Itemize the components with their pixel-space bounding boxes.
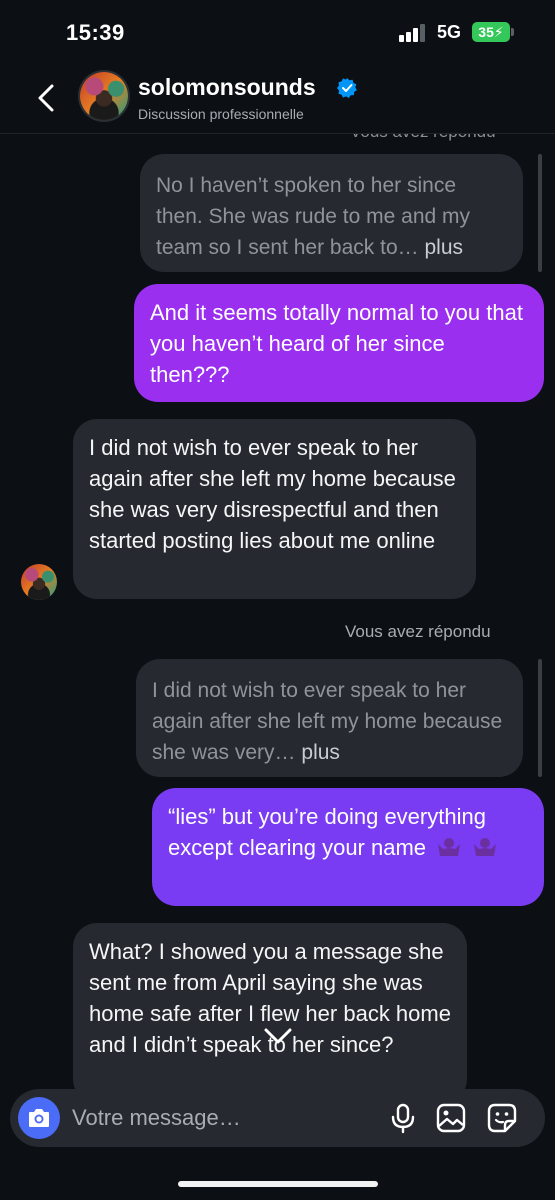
status-time: 15:39 [66, 20, 125, 45]
outgoing-message[interactable]: And it seems totally normal to you that … [134, 284, 544, 402]
back-button[interactable] [30, 80, 66, 116]
battery-tip [511, 28, 514, 36]
username[interactable]: solomonsounds [138, 74, 316, 101]
camera-button[interactable] [18, 1097, 60, 1139]
camera-icon [29, 1109, 49, 1127]
message-input[interactable] [72, 1099, 372, 1137]
chat-screen: 15:39 5G 35⚡ solomonsounds Discussion pr… [0, 0, 555, 1200]
scroll-to-bottom-button[interactable] [258, 1024, 298, 1050]
quoted-text: No I haven’t spoken to her since then. S… [156, 174, 471, 259]
incoming-message[interactable]: What? I showed you a message she sent me… [73, 923, 467, 1089]
conversation-type-label: Discussion professionnelle [138, 106, 304, 122]
sticker-icon[interactable] [485, 1101, 519, 1135]
message-text: I did not wish to ever speak to her agai… [89, 435, 456, 553]
gallery-icon[interactable] [434, 1101, 468, 1135]
charging-bolt-icon: ⚡ [493, 24, 504, 40]
message-list[interactable]: Vous avez répondu No I haven’t spoken to… [0, 134, 555, 1089]
chevron-down-icon [264, 1028, 292, 1044]
home-indicator [178, 1181, 378, 1187]
message-text: And it seems totally normal to you that … [150, 300, 523, 387]
status-bar: 15:39 5G 35⚡ [0, 0, 555, 62]
microphone-icon[interactable] [386, 1101, 420, 1135]
sender-avatar[interactable] [21, 564, 57, 600]
quoted-more-link[interactable]: plus [301, 741, 340, 764]
purple-person-shrugging-emoji [438, 838, 461, 856]
message-composer [10, 1089, 545, 1147]
incoming-message[interactable]: I did not wish to ever speak to her agai… [73, 419, 476, 599]
quoted-message[interactable]: I did not wish to ever speak to her agai… [136, 659, 523, 777]
verified-badge-icon [337, 78, 357, 98]
purple-person-shrugging-emoji [474, 838, 497, 856]
battery-icon: 35⚡ [472, 22, 510, 42]
network-type: 5G [437, 22, 462, 42]
profile-avatar[interactable] [78, 70, 130, 122]
chat-header: solomonsounds Discussion professionnelle [0, 62, 555, 134]
reply-indicator-bar [538, 659, 542, 777]
reply-indicator-bar [538, 154, 542, 272]
chevron-left-icon [38, 84, 54, 112]
replied-label: Vous avez répondu [345, 622, 491, 641]
quoted-message[interactable]: No I haven’t spoken to her since then. S… [140, 154, 523, 272]
battery-level: 35 [478, 24, 494, 40]
cellular-signal-icon [399, 24, 429, 42]
quoted-more-link[interactable]: plus [424, 236, 463, 259]
replied-label: Vous avez répondu [350, 134, 496, 142]
outgoing-message[interactable]: “lies” but you’re doing everything excep… [152, 788, 544, 906]
